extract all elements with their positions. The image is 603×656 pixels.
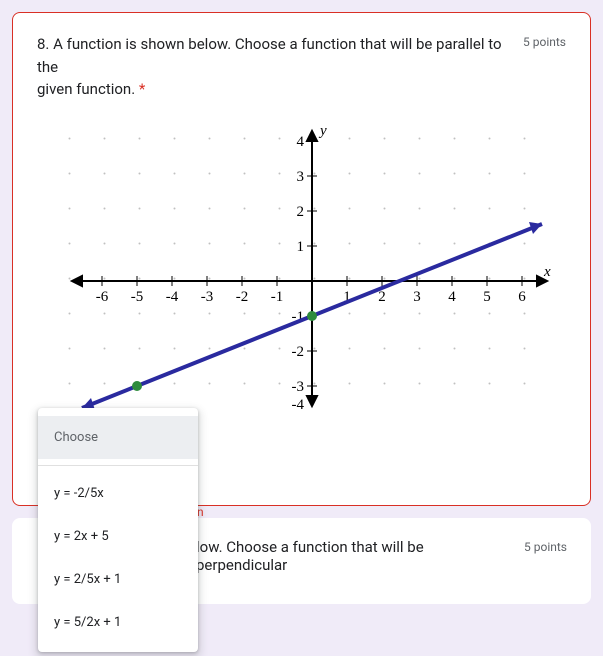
dropdown-menu: Choose y = -2/5x y = 2x + 5 y = 2/5x + 1… [38, 408, 198, 652]
svg-text:-2: -2 [235, 289, 248, 305]
svg-text:6: 6 [518, 289, 526, 305]
svg-text:-2: -2 [291, 344, 304, 360]
svg-text:3: 3 [413, 289, 421, 305]
dropdown-divider [38, 465, 198, 466]
points-label: 5 points [524, 540, 567, 554]
svg-text:y: y [318, 123, 327, 139]
dropdown-option-1[interactable]: y = 2x + 5 [38, 515, 198, 558]
svg-text:4: 4 [448, 289, 456, 305]
required-asterisk: * [139, 80, 145, 98]
svg-text:-1: -1 [270, 289, 283, 305]
svg-text:4: 4 [296, 134, 304, 150]
points-label: 5 points [523, 35, 566, 49]
svg-text:x: x [543, 264, 551, 280]
svg-text:2: 2 [296, 204, 304, 220]
graph-image: -6 -5 -4 -3 -2 -1 1 2 3 4 5 6 [37, 121, 566, 415]
question-text: 8. A function is shown below. Choose a f… [37, 33, 511, 101]
question-text-line1: 8. A function is shown below. Choose a f… [37, 35, 502, 76]
svg-text:2: 2 [378, 289, 386, 305]
svg-text:3: 3 [296, 169, 304, 185]
svg-text:-3: -3 [291, 379, 304, 395]
svg-text:-6: -6 [95, 289, 108, 305]
svg-text:-4: -4 [165, 289, 178, 305]
question-header: 8. A function is shown below. Choose a f… [37, 33, 566, 101]
coordinate-graph: -6 -5 -4 -3 -2 -1 1 2 3 4 5 6 [52, 121, 552, 411]
dropdown-option-0[interactable]: y = -2/5x [38, 472, 198, 515]
svg-text:1: 1 [296, 239, 304, 255]
svg-text:-4: -4 [291, 397, 304, 411]
dropdown-option-placeholder[interactable]: Choose [38, 416, 198, 459]
svg-text:-5: -5 [130, 289, 143, 305]
question-text-line2: given function. [37, 80, 139, 98]
dropdown-option-2[interactable]: y = 2/5x + 1 [38, 558, 198, 601]
dropdown-option-3[interactable]: y = 5/2x + 1 [38, 601, 198, 644]
svg-text:5: 5 [483, 289, 491, 305]
svg-text:-3: -3 [200, 289, 213, 305]
